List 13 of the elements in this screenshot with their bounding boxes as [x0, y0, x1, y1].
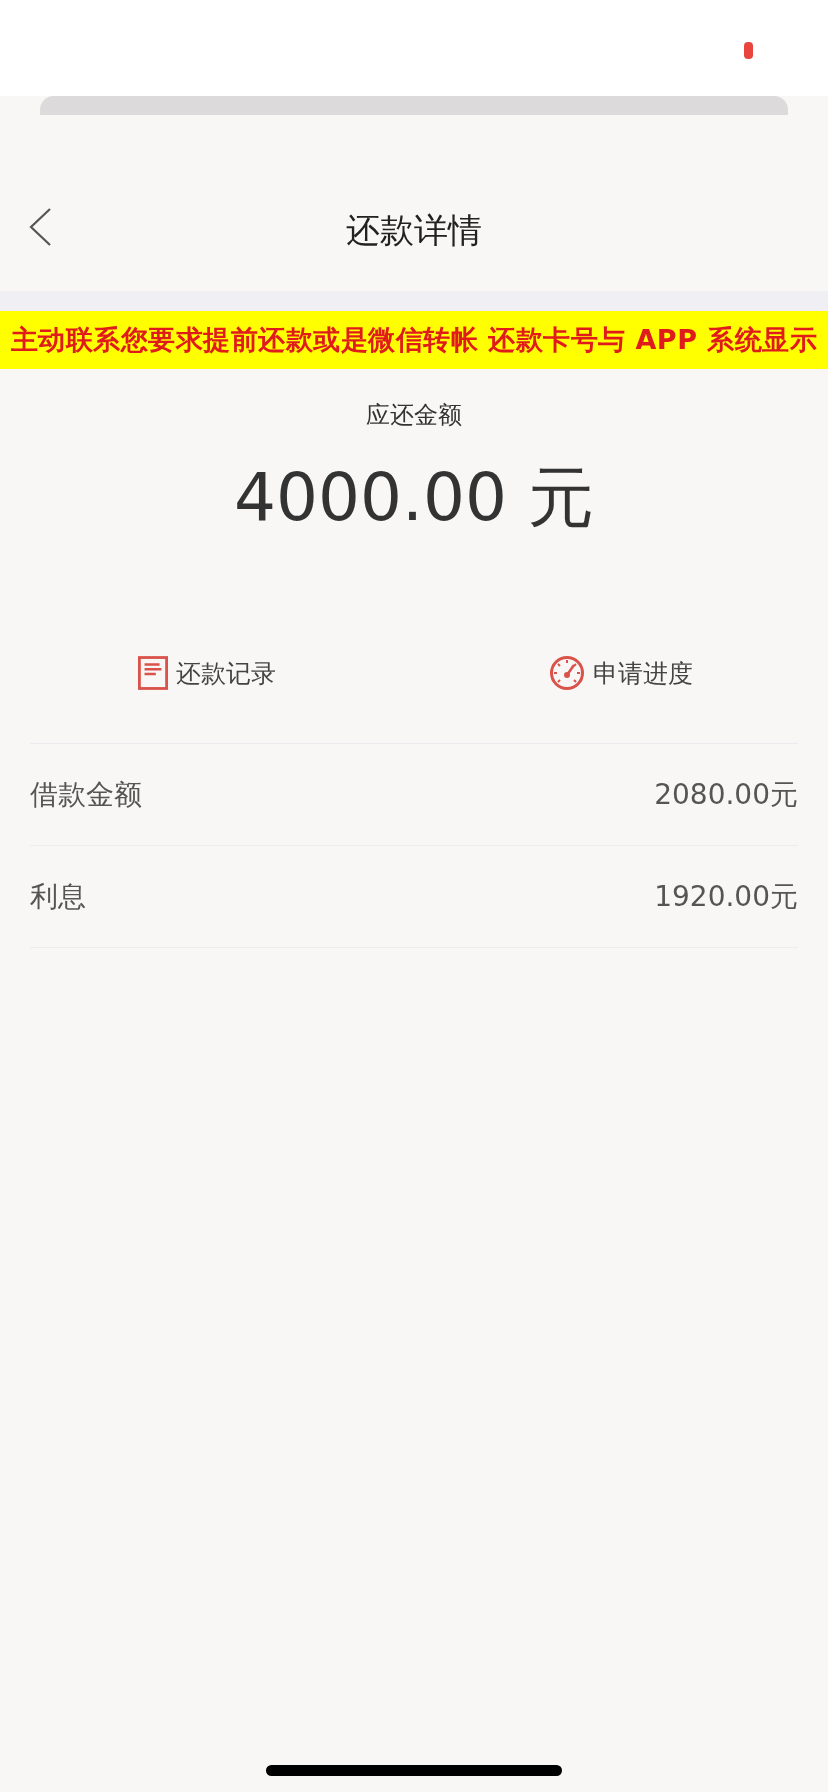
- detail-value: 2080.00元: [654, 776, 798, 813]
- notice-text: 主动联系您要求提前还款或是微信转帐 还款卡号与 APP 系统显示: [10, 323, 818, 357]
- detail-value: 1920.00元: [654, 878, 798, 915]
- detail-label: 借款金额: [30, 776, 142, 813]
- back-icon[interactable]: [28, 207, 52, 247]
- detail-label: 利息: [30, 878, 86, 915]
- action-link[interactable]: 申请进度: [593, 656, 693, 690]
- gauge-icon: [549, 655, 585, 691]
- amount-value: 4000.00 元: [234, 458, 594, 538]
- page-title: 还款详情: [346, 209, 482, 252]
- amount-label: 应还金额: [366, 400, 462, 431]
- document-icon: [138, 656, 168, 690]
- action-link[interactable]: 还款记录: [176, 656, 276, 690]
